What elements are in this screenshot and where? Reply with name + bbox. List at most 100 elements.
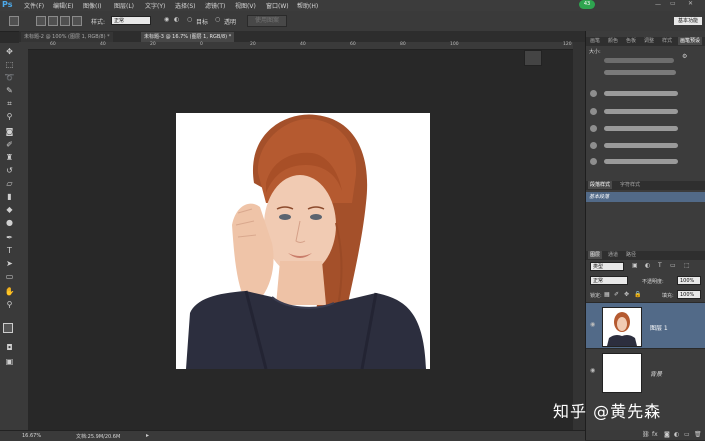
close-icon[interactable]: ✕ [688,0,693,7]
brush-stroke-preview[interactable] [604,91,678,96]
adjustment-layer-icon[interactable]: ◐ [674,431,679,438]
brush-stroke-preview[interactable] [604,70,676,75]
tab-document-2[interactable]: 未标题-2 @ 100% (图层 1, RGB/8) * [21,32,113,42]
tab-layers[interactable]: 图层 [588,251,603,259]
tab-paths[interactable]: 路径 [624,251,638,259]
healing-brush-tool-icon[interactable]: ◙ [3,125,16,138]
link-layers-icon[interactable]: ⛓ [642,431,650,438]
document-canvas-photo[interactable] [176,113,430,369]
type-tool-icon[interactable]: T [3,244,16,257]
lock-image-icon[interactable]: ✐ [614,291,619,298]
transparent-radio-icon[interactable]: ○ [215,16,220,23]
crop-tool-icon[interactable]: ⌗ [3,97,16,110]
style-select[interactable]: 正常 [111,16,151,25]
eraser-tool-icon[interactable]: ▱ [3,177,16,190]
dodge-tool-icon[interactable]: ● [3,216,16,229]
new-selection-icon[interactable] [36,16,46,26]
visibility-eye-icon[interactable]: ◉ [590,321,595,328]
path-select-tool-icon[interactable]: ➤ [3,257,16,270]
restore-icon[interactable]: ▭ [670,0,676,7]
subtract-selection-icon[interactable] [60,16,70,26]
brush-tip-icon[interactable] [590,108,597,115]
brush-stroke-preview[interactable] [604,109,678,114]
fill-input[interactable]: 100% [677,290,701,299]
panel-collapse-icon[interactable] [524,50,542,66]
tab-adjust[interactable]: 调整 [642,37,656,45]
menu-filter[interactable]: 滤镜(T) [205,1,225,10]
brush-tip-icon[interactable] [590,158,597,165]
brush-stroke-preview[interactable] [604,159,678,164]
foreground-color-swatch[interactable] [3,323,13,333]
lock-position-icon[interactable]: ✥ [624,291,629,298]
layer-filter-select[interactable]: 类型 [590,262,624,271]
quick-select-tool-icon[interactable]: ✎ [3,84,16,97]
screen-mode-icon[interactable]: ▣ [3,355,16,368]
add-mask-icon[interactable]: ◙ [664,431,670,438]
brush-tip-icon[interactable] [590,90,597,97]
marquee-tool-icon[interactable]: ⬚ [3,58,16,71]
tab-channels[interactable]: 通道 [606,251,620,259]
brush-stroke-preview[interactable] [604,58,674,63]
menu-edit[interactable]: 编辑(E) [53,1,73,10]
lock-transparent-icon[interactable]: ▦ [604,291,610,298]
menu-file[interactable]: 文件(F) [24,1,44,10]
tab-color[interactable]: 颜色 [606,37,620,45]
menu-type[interactable]: 文字(Y) [145,1,165,10]
filter-smart-icon[interactable]: ⬚ [684,262,690,269]
intersect-selection-icon[interactable] [72,16,82,26]
tab-paragraph-styles[interactable]: 段落样式 [588,181,613,189]
radio-icon[interactable]: ◉ [164,16,169,23]
lock-all-icon[interactable]: 🔒 [634,291,641,298]
zoom-tool-icon[interactable]: ⚲ [3,298,16,311]
opacity-input[interactable]: 100% [677,276,701,285]
tab-character-styles[interactable]: 字符样式 [618,181,642,189]
layer-row-layer-1[interactable]: ◉ 图层 1 [586,302,705,349]
target-radio-icon[interactable]: ○ [187,16,192,23]
eyedropper-tool-icon[interactable]: ⚲ [3,110,16,123]
menu-select[interactable]: 选择(S) [175,1,196,10]
shape-tool-icon[interactable]: ▭ [3,270,16,283]
tab-brush-presets[interactable]: 画笔预设 [678,37,703,45]
filter-type-icon[interactable]: T [658,262,662,269]
notification-badge[interactable]: 43 [579,0,595,9]
layer-name[interactable]: 图层 1 [650,323,668,332]
tab-document-3[interactable]: 未标题-3 @ 16.7% (图层 1, RGB/8) * [141,32,235,42]
blend-mode-select[interactable]: 正常 [590,276,628,285]
history-brush-tool-icon[interactable]: ↺ [3,164,16,177]
add-selection-icon[interactable] [48,16,58,26]
quick-mask-icon[interactable]: ◘ [3,341,16,354]
option-toggle-icon[interactable]: ◐ [174,16,179,23]
status-menu-arrow-icon[interactable]: ▸ [146,432,149,439]
use-pattern-button[interactable]: 使用图案 [247,15,287,27]
delete-layer-icon[interactable]: 🗑 [694,431,702,438]
menu-help[interactable]: 帮助(H) [297,1,318,10]
gradient-tool-icon[interactable]: ▮ [3,190,16,203]
hand-tool-icon[interactable]: ✋ [3,285,16,298]
clone-stamp-tool-icon[interactable]: ♜ [3,151,16,164]
brush-tip-icon[interactable] [590,142,597,149]
lasso-tool-icon[interactable]: ➰ [3,71,16,84]
filter-pixel-icon[interactable]: ▣ [632,262,638,269]
layer-style-icon[interactable]: fx [652,431,658,438]
brush-tool-icon[interactable]: ✐ [3,138,16,151]
tab-swatches[interactable]: 色板 [624,37,638,45]
move-tool-icon[interactable]: ✥ [3,45,16,58]
tab-brush[interactable]: 画笔 [588,37,602,45]
menu-layer[interactable]: 图层(L) [114,1,134,10]
layer-row-background[interactable]: ◉ 背景 [586,348,705,395]
new-group-icon[interactable]: ▭ [684,431,690,438]
layer-name[interactable]: 背景 [650,369,662,378]
blur-tool-icon[interactable]: ◆ [3,203,16,216]
paragraph-style-item[interactable]: 基本段落 [586,192,705,202]
brush-stroke-preview[interactable] [604,126,678,131]
pen-tool-icon[interactable]: ✒ [3,231,16,244]
visibility-eye-icon[interactable]: ◉ [590,367,595,374]
workspace-button[interactable]: 基本功能 [674,17,702,25]
tab-styles[interactable]: 样式 [660,37,674,45]
minimize-icon[interactable]: — [655,1,661,8]
tool-preset-icon[interactable] [9,16,19,26]
menu-image[interactable]: 图像(I) [83,1,101,10]
menu-view[interactable]: 视图(V) [235,1,256,10]
filter-adjust-icon[interactable]: ◐ [645,262,650,269]
menu-window[interactable]: 窗口(W) [266,1,289,10]
